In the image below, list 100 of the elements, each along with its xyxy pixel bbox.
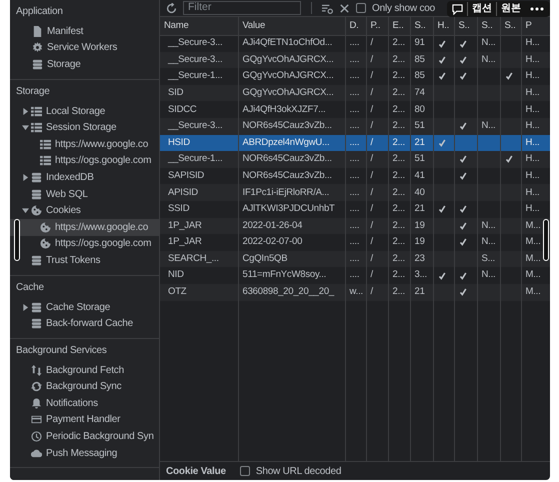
database-icon [31,172,42,183]
table-cell: __Secure-3... [160,118,238,135]
sidebar-item[interactable]: Storage [10,56,159,73]
column-header[interactable]: H.. [433,17,454,35]
sidebar-item[interactable]: https://www.google.co [10,136,159,153]
sidebar-item[interactable]: IndexedDB [10,169,159,186]
table-cell: .... [345,151,366,168]
table-cell: 2... [388,284,410,300]
table-cell: / [366,284,388,300]
sidebar-item[interactable]: Cache Storage [10,298,159,316]
table-cell: 2... [388,218,410,234]
expand-arrow-icon[interactable] [22,174,29,181]
table-cell: .... [345,218,366,234]
sidebar-item[interactable]: Notifications [10,395,159,412]
database-icon [31,188,42,200]
scroll-handle[interactable] [543,219,549,261]
section-heading: Background Services [15,344,108,358]
sidebar-item[interactable]: https://ogs.google.com [10,152,159,170]
table-cell: H... [521,52,550,68]
collapse-arrow-icon[interactable] [22,207,29,214]
table-cell: 23 [410,250,433,268]
column-header[interactable]: Value [238,17,345,35]
table-row[interactable]: __Secure-3... GQgYvcOhAJGRCX... .... / 2... 85 N... H... [160,52,550,68]
table-cell: H... [521,118,550,135]
sidebar-item[interactable]: Trust Tokens [10,252,159,269]
table-cell: 2... [388,134,410,152]
column-header[interactable]: P.. [366,17,388,35]
collapse-arrow-icon[interactable] [22,124,29,132]
table-cell: GQgYvcOhAJGRCX... [238,84,345,102]
table-cell: NOR6s45Cauz3vZb... [238,118,345,135]
table-cell: H... [521,134,550,152]
table-cell: __Secure-1... [160,151,238,168]
sidebar-item[interactable]: https://www.google.co [10,218,159,236]
sidebar-item[interactable]: Web SQL [10,186,159,202]
sidebar-item[interactable]: Background Sync [10,378,159,396]
column-header[interactable]: S.. [410,17,433,35]
table-cell: S... [477,250,500,268]
table-row[interactable]: 1P_JAR 2022-01-26-04 .... / 2... 19 N... M... [160,218,550,234]
sidebar-item[interactable]: Periodic Background Syn [10,428,159,445]
sidebar-item[interactable]: Service Workers [10,40,159,56]
column-header[interactable]: Name [160,17,238,35]
table-row[interactable]: __Secure-3... NOR6s45Cauz3vZb... .... / 2... 51 N... H... [160,118,550,135]
table-row[interactable]: APISID IF1Pc1i-iEjRloRR/A... .... / 2... 40 H... [160,184,550,201]
table-row[interactable]: HSID ABRDpzel4nWgwU... .... / 2... 21 H... [160,134,550,152]
sidebar-item[interactable]: Local Storage [10,102,159,120]
table-cell: IF1Pc1i-iEjRloRR/A... [238,184,345,201]
table-cell: 2... [388,84,410,102]
sidebar-item[interactable]: https://ogs.google.com [10,236,159,252]
column-header[interactable]: S.. [454,17,477,35]
sidebar-item[interactable]: Cookies [10,202,159,219]
sidebar-item[interactable]: Manifest [10,23,159,40]
scroll-handle[interactable] [14,219,20,261]
up-down-arrows-icon [31,364,42,376]
card-icon [31,414,42,426]
table-cell: 6360898_20_20__20_ [238,284,345,300]
caption-button[interactable]: 캡션 [467,2,496,16]
table-row[interactable]: __Secure-1... NOR6s45Cauz3vZb... .... / 2... 51 H... [160,151,550,168]
table-cell: H... [521,84,550,102]
checkbox[interactable] [240,466,250,476]
table-cell: M... [521,284,550,300]
sidebar-item[interactable]: Back-forward Cache [10,315,159,332]
table-cell: / [366,184,388,201]
grid-icon [40,138,51,150]
table-cell: 19 [410,218,433,234]
refresh-icon[interactable] [166,2,177,14]
table-cell: / [366,151,388,168]
column-header[interactable]: S.. [500,17,521,35]
sidebar-item[interactable]: Session Storage [10,119,159,136]
table-cell: .... [345,118,366,135]
filter-field[interactable]: Filter [183,1,301,15]
more-icon[interactable] [530,7,544,11]
cookie-value-title: Cookie Value [166,464,226,478]
grid-icon [31,122,42,134]
original-button[interactable]: 원본 [496,2,525,16]
column-header[interactable]: D. [345,17,366,35]
table-cell: GQgYvcOhAJGRCX... [238,52,345,68]
table-cell: 2022-01-26-04 [238,218,345,234]
column-header[interactable]: P [521,17,550,35]
table-cell: CgQIn5QB [238,250,345,268]
gear-icon [32,42,43,54]
table-cell: N... [477,52,500,68]
table-cell: N... [477,218,500,234]
table-row[interactable]: SEARCH_... CgQIn5QB .... / 2... 23 S... M... [160,250,550,268]
database-icon [31,302,42,313]
sidebar-item[interactable]: Payment Handler [10,412,159,428]
checkbox[interactable] [356,3,366,13]
column-header[interactable]: E.. [388,17,410,35]
table-cell: 1P_JAR [160,218,238,234]
comment-icon[interactable] [452,4,463,14]
sidebar-item[interactable]: Push Messaging [10,444,159,462]
column-header[interactable]: S.. [477,17,500,35]
table-row[interactable]: OTZ 6360898_20_20__20_ w... / 2... 21 M... [160,284,550,300]
expand-arrow-icon[interactable] [22,304,29,311]
close-icon[interactable] [339,2,350,14]
table-cell: H... [521,184,550,201]
table-row[interactable]: SID GQgYvcOhAJGRCX... .... / 2... 74 H... [160,84,550,102]
sidebar-item[interactable]: Background Fetch [10,362,159,378]
expand-arrow-icon[interactable] [22,108,29,115]
clear-filter-icon[interactable] [322,2,333,14]
table-cell: OTZ [160,284,238,300]
